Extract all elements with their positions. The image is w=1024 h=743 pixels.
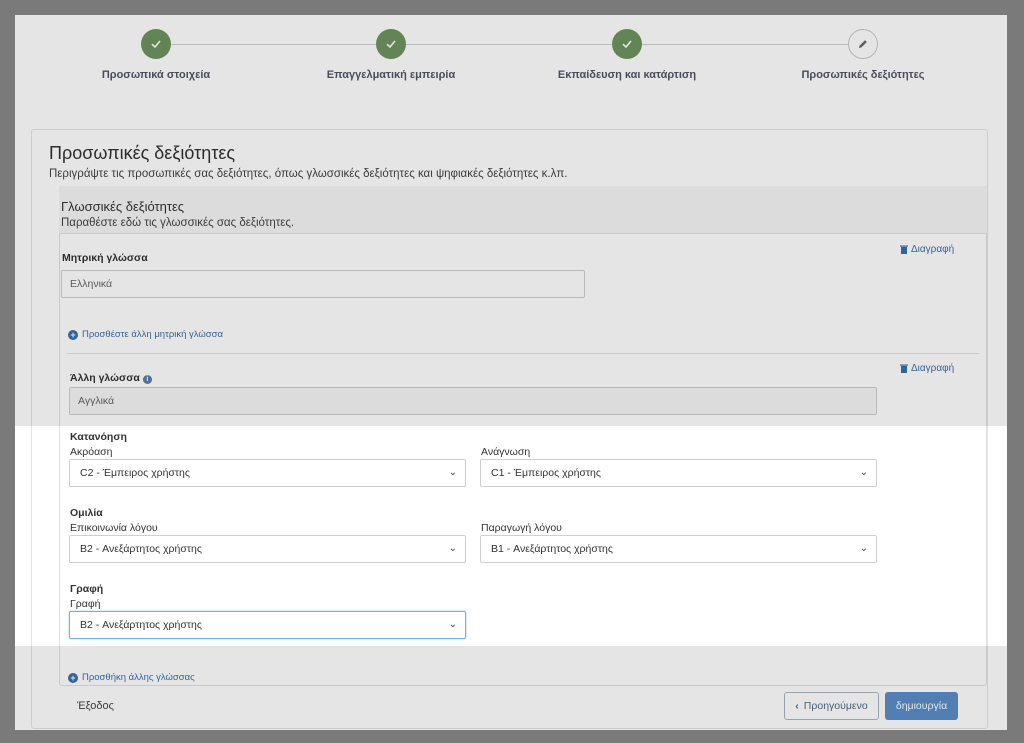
interaction-label: Επικοινωνία λόγου [70, 522, 158, 534]
speaking-heading: Ομιλία [70, 507, 103, 519]
listening-label: Ακρόαση [70, 446, 113, 458]
chevron-down-icon: ⌄ [448, 467, 457, 478]
interaction-select[interactable]: B2 - Ανεξάρτητος χρήστης ⌄ [69, 535, 466, 563]
listening-select[interactable]: C2 - Έμπειρος χρήστης ⌄ [69, 459, 466, 487]
writing-select[interactable]: B2 - Ανεξάρτητος χρήστης ⌄ [69, 611, 466, 639]
chevron-down-icon: ⌄ [859, 467, 868, 478]
wizard-frame: Προσωπικά στοιχεία Επαγγελματική εμπειρί… [15, 15, 1007, 730]
production-value: B1 - Ανεξάρτητος χρήστης [491, 543, 613, 555]
listening-value: C2 - Έμπειρος χρήστης [80, 467, 190, 479]
understanding-heading: Κατανόηση [70, 431, 127, 443]
reading-select[interactable]: C1 - Έμπειρος χρήστης ⌄ [480, 459, 877, 487]
dim-overlay-bottom [15, 646, 1007, 730]
chevron-down-icon: ⌄ [448, 619, 457, 630]
reading-value: C1 - Έμπειρος χρήστης [491, 467, 601, 479]
reading-label: Ανάγνωση [481, 446, 531, 458]
dim-overlay-top [15, 15, 1007, 426]
chevron-down-icon: ⌄ [859, 543, 868, 554]
production-label: Παραγωγή λόγου [481, 522, 562, 534]
chevron-down-icon: ⌄ [448, 543, 457, 554]
writing-value: B2 - Ανεξάρτητος χρήστης [80, 619, 202, 631]
interaction-value: B2 - Ανεξάρτητος χρήστης [80, 543, 202, 555]
writing-label: Γραφή [70, 598, 101, 610]
writing-heading: Γραφή [70, 583, 104, 595]
production-select[interactable]: B1 - Ανεξάρτητος χρήστης ⌄ [480, 535, 877, 563]
